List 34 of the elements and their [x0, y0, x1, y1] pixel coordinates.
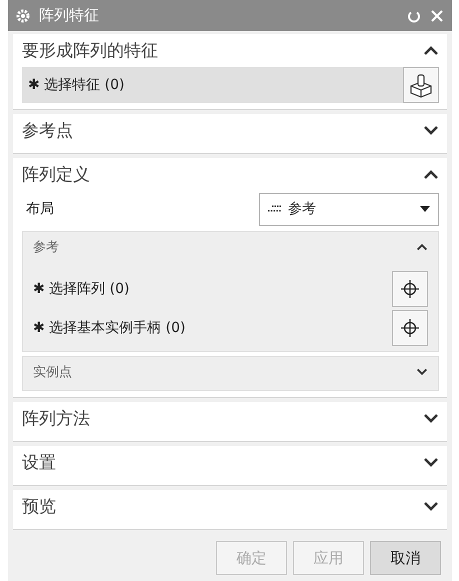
- selection-label: ✱ 选择基本实例手柄 (0): [33, 318, 186, 336]
- collapse-icon[interactable]: [423, 45, 439, 56]
- dropdown-arrow-icon: [420, 206, 430, 212]
- dialog-button[interactable]: 取消: [370, 541, 441, 575]
- window-title: 阵列特征: [39, 6, 100, 25]
- select-point-button[interactable]: [392, 270, 428, 306]
- collapse-icon[interactable]: [423, 169, 439, 180]
- select-feature-button[interactable]: [403, 67, 439, 103]
- layout-dropdown[interactable]: 参考: [259, 192, 439, 226]
- layout-label: 布局: [26, 200, 54, 218]
- section-title[interactable]: 阵列定义: [22, 163, 90, 186]
- section-title[interactable]: 要形成阵列的特征: [22, 39, 158, 62]
- crosshair-icon: [400, 318, 420, 338]
- expand-icon[interactable]: [423, 125, 439, 136]
- section-title[interactable]: 设置: [22, 451, 56, 474]
- selection-label: ✱ 选择阵列 (0): [33, 280, 130, 298]
- expand-icon[interactable]: [423, 501, 439, 512]
- group-title[interactable]: 实例点: [33, 362, 72, 380]
- select-point-button[interactable]: [392, 310, 428, 346]
- section-title[interactable]: 预览: [22, 495, 56, 518]
- gear-icon: [16, 8, 30, 22]
- expand-icon[interactable]: [416, 368, 428, 376]
- section-title[interactable]: 参考点: [22, 119, 73, 142]
- crosshair-icon: [400, 278, 420, 298]
- expand-icon[interactable]: [423, 413, 439, 424]
- close-icon[interactable]: [430, 8, 444, 22]
- expand-icon[interactable]: [423, 457, 439, 468]
- dotted-grid-icon: [268, 205, 282, 213]
- selection-label: ✱ 选择特征 (0): [28, 76, 124, 94]
- collapse-icon[interactable]: [416, 242, 428, 250]
- section-title[interactable]: 阵列方法: [22, 407, 90, 430]
- selection-row[interactable]: ✱ 选择特征 (0): [22, 67, 439, 103]
- feature-block-icon: [409, 72, 433, 98]
- group-title[interactable]: 参考: [33, 238, 59, 256]
